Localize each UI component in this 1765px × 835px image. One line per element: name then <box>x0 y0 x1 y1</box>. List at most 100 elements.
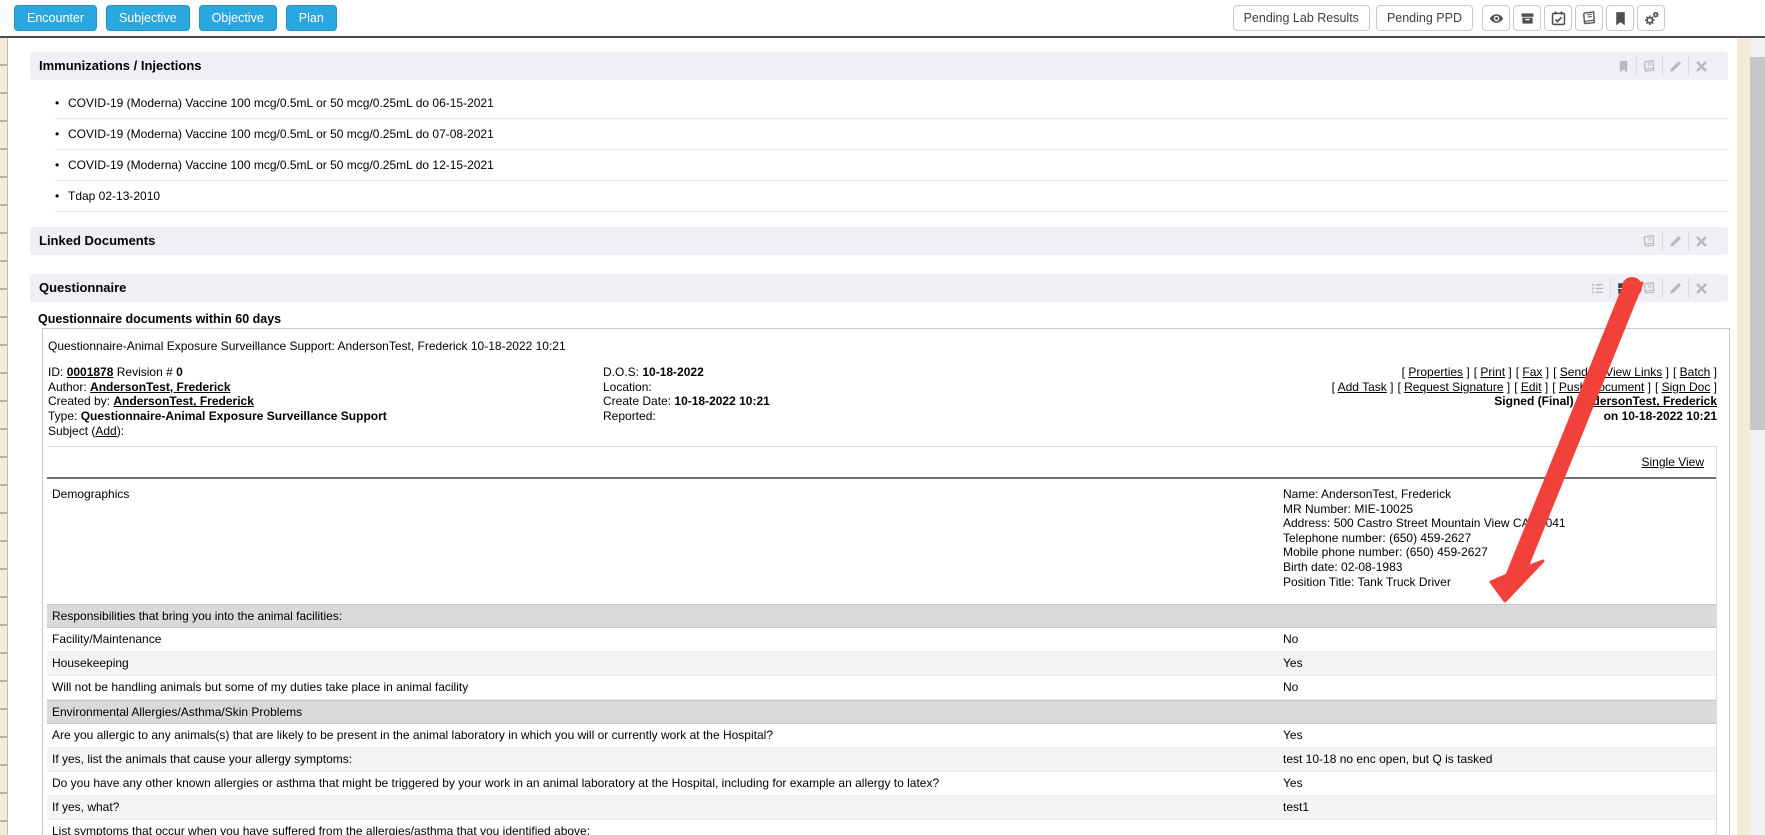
document-meta-left: ID: 0001878 Revision # 0 Author: Anderso… <box>48 365 387 439</box>
document-view: Single View Demographics Name: AndersonT… <box>47 446 1717 835</box>
document-id-link[interactable]: 0001878 <box>67 365 114 379</box>
pencil-icon[interactable] <box>1662 231 1688 251</box>
question-text: List symptoms that occur when you have s… <box>52 820 590 835</box>
questionnaire-document: Questionnaire-Animal Exposure Surveillan… <box>42 328 1730 835</box>
add-task-link[interactable]: Add Task <box>1338 380 1387 394</box>
table-section-header-row: Environmental Allergies/Asthma/Skin Prob… <box>47 700 1716 724</box>
print-link[interactable]: Print <box>1480 365 1505 379</box>
section-icon-group <box>1636 231 1714 251</box>
book-icon[interactable] <box>1636 231 1662 251</box>
immunization-item: •COVID-19 (Moderna) Vaccine 100 mcg/0.5m… <box>55 150 1729 181</box>
document-reported-line: Reported: <box>603 409 770 424</box>
question-text: Facility/Maintenance <box>52 628 161 651</box>
batch-link[interactable]: Batch <box>1680 365 1711 379</box>
immunization-item: •COVID-19 (Moderna) Vaccine 100 mcg/0.5m… <box>55 88 1729 119</box>
question-text: Housekeeping <box>52 652 129 675</box>
immunization-text: Tdap 02-13-2010 <box>68 189 160 203</box>
nav-button-group: Encounter Subjective Objective Plan <box>14 5 337 31</box>
properties-link[interactable]: Properties <box>1408 365 1463 379</box>
questionnaire-table: Demographics Name: AndersonTest, Frederi… <box>47 479 1716 835</box>
right-rail <box>1737 38 1750 835</box>
section-title: Immunizations / Injections <box>39 52 202 80</box>
gears-icon <box>1643 10 1660 27</box>
demographics-row: Demographics Name: AndersonTest, Frederi… <box>47 479 1716 604</box>
bullet-icon: • <box>55 150 68 181</box>
list-icon[interactable] <box>1584 278 1610 298</box>
edit-link[interactable]: Edit <box>1521 380 1542 394</box>
book-icon[interactable] <box>1636 56 1662 76</box>
author-link[interactable]: AndersonTest, Frederick <box>90 380 230 394</box>
pending-ppd-button[interactable]: Pending PPD <box>1376 5 1473 31</box>
table-row: If yes, list the animals that cause your… <box>47 748 1716 772</box>
nav-button-objective[interactable]: Objective <box>199 5 277 31</box>
push-document-link[interactable]: Push Document <box>1559 380 1644 394</box>
section-questionnaire-header: Questionnaire <box>30 274 1728 302</box>
scrollbar-thumb[interactable] <box>1750 57 1765 430</box>
question-text: Do you have any other known allergies or… <box>52 772 939 795</box>
request-signature-link[interactable]: Request Signature <box>1404 380 1503 394</box>
immunization-item: •Tdap 02-13-2010 <box>55 181 1729 212</box>
created-by-link[interactable]: AndersonTest, Frederick <box>113 394 253 408</box>
demographics-line: Telephone number: (650) 459-2627 <box>1283 531 1566 546</box>
document-dos-line: D.O.S: 10-18-2022 <box>603 365 770 380</box>
table-row: If yes, what?test1 <box>47 796 1716 820</box>
document-author-line: Author: AndersonTest, Frederick <box>48 380 387 395</box>
answer-text: test1 <box>1283 796 1309 819</box>
eye-button[interactable] <box>1482 5 1510 31</box>
sign-doc-link[interactable]: Sign Doc <box>1662 380 1711 394</box>
document-subject-line: Subject (Add): <box>48 424 387 439</box>
pencil-icon[interactable] <box>1662 56 1688 76</box>
signed-by-link[interactable]: AndersonTest, Frederick <box>1577 394 1717 408</box>
book-button[interactable] <box>1575 5 1603 31</box>
demographics-line: MR Number: MIE-10025 <box>1283 502 1566 517</box>
section-immunizations-header: Immunizations / Injections <box>30 52 1728 80</box>
top-toolbar: Encounter Subjective Objective Plan Pending… <box>0 0 1765 38</box>
encounter-page: Encounter Subjective Objective Plan Pending… <box>0 0 1765 835</box>
immunization-text: COVID-19 (Moderna) Vaccine 100 mcg/0.5mL… <box>68 127 494 141</box>
send-link[interactable]: Send <box>1560 365 1588 379</box>
demographics-line: Address: 500 Castro Street Mountain View… <box>1283 516 1566 531</box>
question-text: Responsibilities that bring you into the… <box>52 605 342 628</box>
eye-icon <box>1488 10 1505 27</box>
grid-icon[interactable] <box>1610 278 1636 298</box>
book-icon[interactable] <box>1636 278 1662 298</box>
pending-lab-results-button[interactable]: Pending Lab Results <box>1233 5 1370 31</box>
book-icon <box>1581 10 1598 27</box>
answer-text: No <box>1283 676 1298 699</box>
close-icon[interactable] <box>1688 231 1714 251</box>
vertical-scrollbar[interactable] <box>1750 38 1765 835</box>
signed-line: Signed (Final) AndersonTest, Frederick <box>1328 394 1717 409</box>
demographics-values: Name: AndersonTest, FrederickMR Number: … <box>1283 487 1566 589</box>
left-collapsed-rail[interactable] <box>0 38 8 835</box>
answer-text: Yes <box>1283 724 1303 747</box>
nav-button-encounter[interactable]: Encounter <box>14 5 97 31</box>
question-text: Environmental Allergies/Asthma/Skin Prob… <box>52 701 302 724</box>
immunization-item: •COVID-19 (Moderna) Vaccine 100 mcg/0.5m… <box>55 119 1729 150</box>
document-id-line: ID: 0001878 Revision # 0 <box>48 365 387 380</box>
nav-button-plan[interactable]: Plan <box>286 5 337 31</box>
archive-icon <box>1519 10 1536 27</box>
close-icon[interactable] <box>1688 278 1714 298</box>
table-section-header-row: Responsibilities that bring you into the… <box>47 604 1716 628</box>
answer-text: test 10-18 no enc open, but Q is tasked <box>1283 748 1492 771</box>
table-row: Are you allergic to any animals(s) that … <box>47 724 1716 748</box>
signed-date-line: on 10-18-2022 10:21 <box>1328 409 1717 424</box>
gears-button[interactable] <box>1637 5 1665 31</box>
subject-add-link[interactable]: Add <box>95 424 116 438</box>
fax-link[interactable]: Fax <box>1522 365 1542 379</box>
bullet-icon: • <box>55 119 68 150</box>
document-create-date-line: Create Date: 10-18-2022 10:21 <box>603 394 770 409</box>
calendar-check-button[interactable] <box>1544 5 1572 31</box>
status-button-group: Pending Lab ResultsPending PPD <box>1233 5 1473 31</box>
close-icon[interactable] <box>1688 56 1714 76</box>
archive-button[interactable] <box>1513 5 1541 31</box>
nav-button-subjective[interactable]: Subjective <box>106 5 190 31</box>
bookmark-button[interactable] <box>1606 5 1634 31</box>
bookmark-icon[interactable] <box>1610 56 1636 76</box>
single-view-link[interactable]: Single View <box>1642 455 1704 469</box>
view-links-link[interactable]: View Links <box>1605 365 1662 379</box>
document-action-links-row2: [ Add Task ][ Request Signature ][ Edit … <box>1328 380 1717 395</box>
demographics-line: Name: AndersonTest, Frederick <box>1283 487 1566 502</box>
pencil-icon[interactable] <box>1662 278 1688 298</box>
demographics-line: Mobile phone number: (650) 459-2627 <box>1283 545 1566 560</box>
